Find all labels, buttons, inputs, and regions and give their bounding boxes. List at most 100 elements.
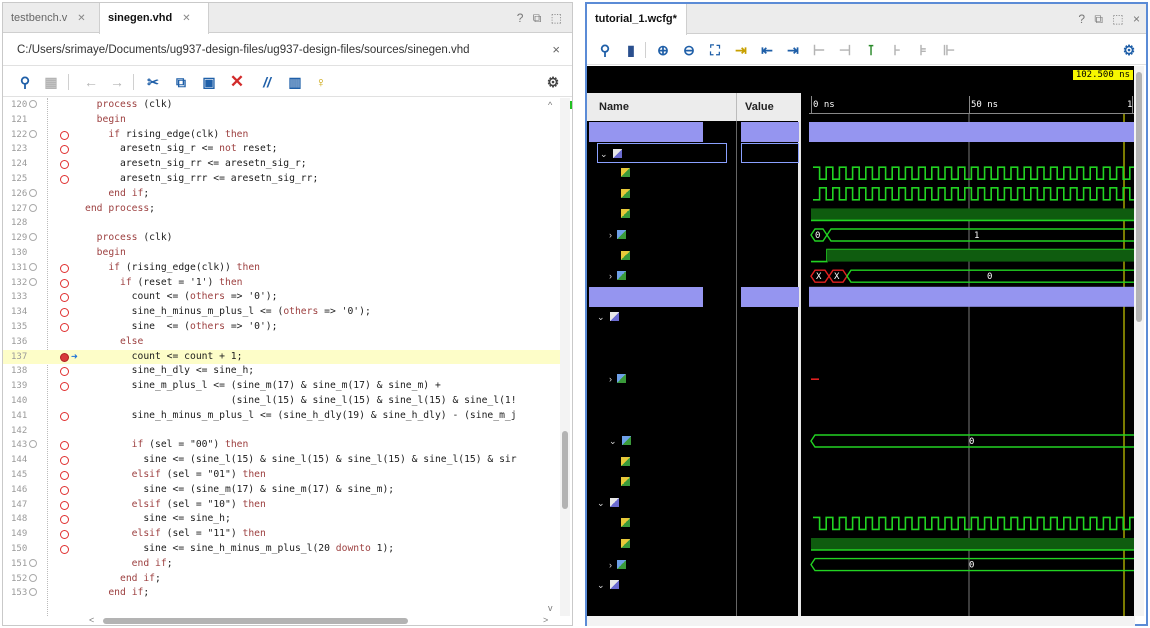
- code-line[interactable]: 136 else: [3, 335, 561, 350]
- code-line[interactable]: 149 elsif (sel = "11") then: [3, 527, 561, 542]
- code-line[interactable]: 132 if (reset = '1') then: [3, 276, 561, 291]
- wave-reset[interactable]: [811, 538, 1135, 551]
- code-line[interactable]: 129 process (clk): [3, 231, 561, 246]
- divider-row[interactable]: [589, 122, 703, 142]
- wave-gpiobuttons10[interactable]: 01: [810, 228, 1135, 242]
- add-marker-icon[interactable]: ⊺: [861, 40, 881, 60]
- code-line[interactable]: 141 sine_h_minus_m_plus_l <= (sine_h_dly…: [3, 409, 561, 424]
- breakpoint-icon[interactable]: [60, 293, 69, 303]
- wave-sel10[interactable]: 0: [810, 557, 1135, 572]
- columns-icon[interactable]: ▥: [285, 72, 305, 92]
- code-line[interactable]: 134 sine_h_minus_m_plus_l <= (others => …: [3, 305, 561, 320]
- code-line[interactable]: 140 (sine_l(15) & sine_l(15) & sine_l(15…: [3, 394, 561, 409]
- vertical-scrollbar[interactable]: [1134, 66, 1144, 616]
- paste-icon[interactable]: ▣: [199, 72, 219, 92]
- chevron-down-icon[interactable]: ⌄: [600, 149, 608, 159]
- vertical-scrollbar[interactable]: [560, 98, 570, 616]
- restore-icon[interactable]: ⧉: [1094, 12, 1103, 26]
- delete-icon[interactable]: ✕: [227, 72, 247, 92]
- gear-icon[interactable]: ⚙: [543, 72, 563, 92]
- go-cursor-icon[interactable]: ⇥: [731, 40, 751, 60]
- code-line[interactable]: 145 elsif (sel = "01") then: [3, 468, 561, 483]
- breakpoint-icon[interactable]: [60, 411, 69, 421]
- fold-icon[interactable]: [29, 188, 38, 197]
- redo-icon[interactable]: →: [107, 72, 127, 92]
- code-line[interactable]: 147 elsif (sel = "10") then: [3, 498, 561, 513]
- breakpoint-icon[interactable]: [60, 500, 69, 510]
- breakpoint-icon[interactable]: [60, 352, 69, 362]
- signal-row[interactable]: [621, 204, 634, 224]
- scroll-up-icon[interactable]: ^: [548, 100, 552, 110]
- chevron-right-icon[interactable]: ›: [609, 560, 612, 570]
- scroll-left-icon[interactable]: <: [89, 615, 94, 625]
- swap-cursors-icon[interactable]: ⊩: [939, 40, 959, 60]
- signal-row[interactable]: [621, 472, 634, 492]
- breakpoint-icon[interactable]: [60, 263, 69, 273]
- code-line[interactable]: 143 if (sel = "00") then: [3, 438, 561, 453]
- go-end-icon[interactable]: ⇥: [783, 40, 803, 60]
- code-line[interactable]: 122 if rising_edge(clk) then: [3, 128, 561, 143]
- prev-marker-icon[interactable]: ⊦: [887, 40, 907, 60]
- signal-row[interactable]: ⌄: [597, 575, 623, 595]
- copy-icon[interactable]: ⧉: [171, 72, 191, 92]
- next-transition-icon[interactable]: ⊣: [835, 40, 855, 60]
- zoom-in-icon[interactable]: ⊕: [653, 40, 673, 60]
- signal-name-list[interactable]: ⌄ › › ⌄ › ⌄ ⌄ › ⌄: [587, 121, 737, 616]
- undo-icon[interactable]: ←: [81, 72, 101, 92]
- signal-row[interactable]: ›: [609, 369, 630, 389]
- horizontal-scrollbar[interactable]: [93, 617, 548, 625]
- scrollbar-thumb[interactable]: [103, 618, 408, 624]
- scroll-down-icon[interactable]: v: [548, 603, 553, 613]
- fold-icon[interactable]: [29, 262, 38, 271]
- signal-row[interactable]: [621, 246, 634, 266]
- chevron-right-icon[interactable]: ›: [609, 271, 612, 281]
- value-column-header[interactable]: Value: [737, 93, 801, 121]
- code-line[interactable]: 130 begin: [3, 246, 561, 261]
- scrollbar-thumb[interactable]: [562, 431, 568, 509]
- restore-icon[interactable]: ⧉: [533, 11, 542, 25]
- wave-sysclkn[interactable]: [813, 187, 1135, 201]
- search-icon[interactable]: ⚲: [15, 72, 35, 92]
- go-start-icon[interactable]: ⇤: [757, 40, 777, 60]
- horizontal-scrollbar[interactable]: [587, 616, 1135, 626]
- breakpoint-icon[interactable]: [60, 322, 69, 332]
- breakpoint-icon[interactable]: [60, 530, 69, 540]
- wave-sinesel10[interactable]: 0: [810, 434, 1135, 448]
- tab-wcfg[interactable]: tutorial_1.wcfg*: [587, 4, 687, 35]
- code-line[interactable]: 127 end process;: [3, 202, 561, 217]
- code-line[interactable]: 120 process (clk): [3, 98, 561, 113]
- close-icon[interactable]: ✕: [182, 13, 190, 24]
- save-icon[interactable]: ▮: [621, 40, 641, 60]
- code-line[interactable]: 139 sine_m_plus_l <= (sine_m(17) & sine_…: [3, 379, 561, 394]
- breakpoint-icon[interactable]: [60, 308, 69, 318]
- wave-ledsn30[interactable]: X X 0: [810, 269, 1135, 283]
- zoom-out-icon[interactable]: ⊖: [679, 40, 699, 60]
- breakpoint-icon[interactable]: [60, 544, 69, 554]
- waveform-canvas[interactable]: 102.500 ns 0 ns 50 ns 1 01XX000: [809, 66, 1135, 616]
- tab-sinegen[interactable]: sinegen.vhd ✕: [99, 3, 209, 34]
- breakpoint-icon[interactable]: [60, 160, 69, 170]
- help-icon[interactable]: ?: [1078, 12, 1085, 26]
- code-line[interactable]: 148 sine <= sine_h;: [3, 512, 561, 527]
- code-line[interactable]: 152 end if;: [3, 572, 561, 587]
- signal-row[interactable]: [621, 513, 634, 533]
- breakpoint-icon[interactable]: [60, 456, 69, 466]
- code-line[interactable]: 135 sine <= (others => '0');: [3, 320, 561, 335]
- wave-clk[interactable]: [813, 516, 1135, 531]
- code-line[interactable]: 150 sine <= sine_h_minus_m_plus_l(20 dow…: [3, 542, 561, 557]
- chevron-down-icon[interactable]: ⌄: [597, 498, 605, 508]
- divider-row[interactable]: [589, 286, 703, 307]
- maximize-icon[interactable]: ⬚: [1112, 12, 1123, 26]
- name-column-header[interactable]: Name: [587, 93, 737, 121]
- scroll-right-icon[interactable]: >: [543, 615, 548, 625]
- chevron-right-icon[interactable]: ›: [609, 230, 612, 240]
- chevron-down-icon[interactable]: ⌄: [597, 580, 605, 590]
- code-line[interactable]: 128: [3, 216, 561, 231]
- code-line[interactable]: 146 sine <= (sine_m(17) & sine_m(17) & s…: [3, 483, 561, 498]
- fold-icon[interactable]: [29, 129, 38, 138]
- gear-icon[interactable]: ⚙: [1119, 40, 1139, 60]
- code-line[interactable]: 124 aresetn_sig_rr <= aresetn_sig_r;: [3, 157, 561, 172]
- code-line[interactable]: 144 sine <= (sine_l(15) & sine_l(15) & s…: [3, 453, 561, 468]
- fold-icon[interactable]: [29, 573, 38, 582]
- code-line[interactable]: 123 aresetn_sig_r <= not reset;: [3, 142, 561, 157]
